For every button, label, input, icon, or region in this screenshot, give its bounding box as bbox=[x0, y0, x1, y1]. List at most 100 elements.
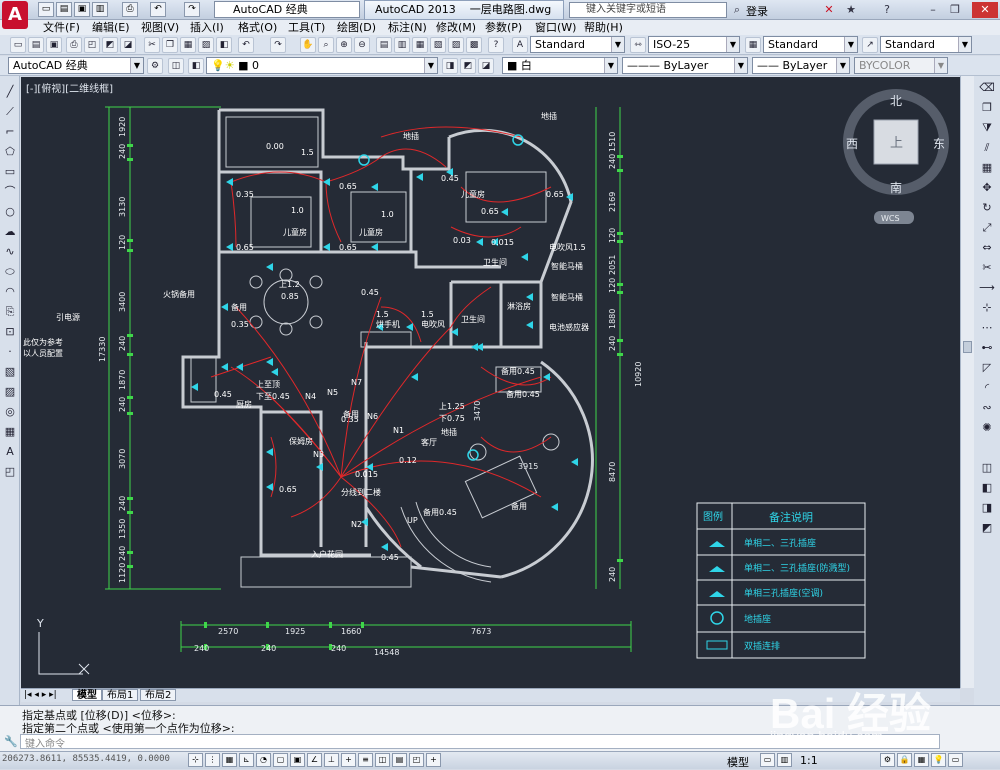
isolate-objects-icon[interactable]: 💡 bbox=[931, 753, 946, 767]
menu-view[interactable]: 视图(V) bbox=[141, 20, 179, 35]
search-icon[interactable]: ⌕ bbox=[728, 2, 746, 18]
trim-icon[interactable]: ✂ bbox=[979, 260, 995, 276]
zoom-window-icon[interactable]: ⊕ bbox=[336, 37, 352, 53]
workspace-settings-icon[interactable]: ⚙ bbox=[147, 58, 163, 74]
dim-style-icon[interactable]: ⇿ bbox=[630, 37, 646, 53]
join-icon[interactable]: ⊷ bbox=[979, 340, 995, 356]
bring-front-icon[interactable]: ◧ bbox=[979, 480, 995, 496]
gradient-icon[interactable]: ▨ bbox=[2, 384, 18, 400]
star-icon[interactable]: ★ bbox=[842, 2, 860, 18]
cut-icon[interactable]: ✂ bbox=[144, 37, 160, 53]
plot-icon[interactable]: ⎙ bbox=[122, 2, 138, 17]
quick-props-icon[interactable]: ▤ bbox=[392, 753, 407, 767]
3dosnap-icon[interactable]: ▣ bbox=[290, 753, 305, 767]
extend-icon[interactable]: ⟶ bbox=[979, 280, 995, 296]
scale-icon[interactable]: ⤢ bbox=[979, 220, 995, 236]
table-icon[interactable]: ▦ bbox=[2, 424, 18, 440]
wrench-icon[interactable]: 🔧 bbox=[4, 735, 18, 748]
scroll-thumb[interactable] bbox=[963, 341, 972, 353]
viewcube-east[interactable]: 东 bbox=[933, 137, 945, 151]
infer-constraints-icon[interactable]: ⊹ bbox=[188, 753, 203, 767]
workspace-switch-icon[interactable]: ⚙ bbox=[880, 753, 895, 767]
tool-palettes-icon[interactable]: ▦ bbox=[412, 37, 428, 53]
mirror-icon[interactable]: ⧩ bbox=[979, 120, 995, 136]
array-icon[interactable]: ▦ bbox=[979, 160, 995, 176]
search-input[interactable]: 键入关键字或短语 bbox=[569, 2, 727, 18]
viewcube-top[interactable]: 上 bbox=[890, 136, 903, 151]
dyn-icon[interactable]: + bbox=[341, 753, 356, 767]
send-back-icon[interactable]: ◨ bbox=[979, 500, 995, 516]
table-style-icon[interactable]: ▦ bbox=[745, 37, 761, 53]
multileader-style-icon[interactable]: ↗ bbox=[862, 37, 878, 53]
menu-modify[interactable]: 修改(M) bbox=[436, 20, 476, 35]
arc-icon[interactable]: ⌒ bbox=[2, 184, 18, 200]
text-style-select[interactable]: Standard ▼ bbox=[530, 36, 625, 53]
model-space-toggle[interactable]: 模型 bbox=[727, 754, 749, 770]
coordinate-readout[interactable]: 206273.8611, 85535.4419, 0.0000 bbox=[2, 754, 170, 764]
otrack-icon[interactable]: ∠ bbox=[307, 753, 322, 767]
login-button[interactable]: 登录 bbox=[746, 3, 768, 19]
color-select[interactable]: ■ 白 ▼ bbox=[502, 57, 618, 74]
snap-icon[interactable]: ⋮ bbox=[205, 753, 220, 767]
hatch-icon[interactable]: ▧ bbox=[2, 364, 18, 380]
osnap-icon[interactable]: ▢ bbox=[273, 753, 288, 767]
tab-layout1[interactable]: 布局1 bbox=[102, 689, 139, 701]
layer-isolate-icon[interactable]: ◪ bbox=[478, 58, 494, 74]
clean-screen-icon[interactable]: ▭ bbox=[948, 753, 963, 767]
lineweight-select[interactable]: —— ByLayer ▼ bbox=[752, 57, 850, 74]
menu-parametric[interactable]: 参数(P) bbox=[485, 20, 522, 35]
workspace-select[interactable]: AutoCAD 经典 ▼ bbox=[8, 57, 144, 74]
undo-icon[interactable]: ↶ bbox=[150, 2, 166, 17]
menu-tools[interactable]: 工具(T) bbox=[288, 20, 325, 35]
add-selected-icon[interactable]: ◰ bbox=[2, 464, 18, 480]
save-icon[interactable]: ▣ bbox=[74, 2, 90, 17]
point-icon[interactable]: · bbox=[2, 344, 18, 360]
move-icon[interactable]: ✥ bbox=[979, 180, 995, 196]
tab-nav-icons[interactable]: |◂ ◂ ▸ ▸| bbox=[24, 690, 57, 700]
break-point-icon[interactable]: ⊹ bbox=[979, 300, 995, 316]
menu-dimension[interactable]: 标注(N) bbox=[388, 20, 427, 35]
revcloud-icon[interactable]: ☁ bbox=[2, 224, 18, 240]
menu-format[interactable]: 格式(O) bbox=[238, 20, 277, 35]
new-icon[interactable]: ▭ bbox=[38, 2, 54, 17]
undo-tool-icon[interactable]: ↶ bbox=[238, 37, 254, 53]
spline-icon[interactable]: ∿ bbox=[2, 244, 18, 260]
ducs-icon[interactable]: ⊥ bbox=[324, 753, 339, 767]
line-icon[interactable]: ╱ bbox=[2, 84, 18, 100]
annotation-monitor-icon[interactable]: + bbox=[426, 753, 441, 767]
help-icon[interactable]: ? bbox=[878, 2, 896, 18]
viewcube-south[interactable]: 南 bbox=[890, 180, 902, 195]
calculator-icon[interactable]: ▩ bbox=[466, 37, 482, 53]
polar-icon[interactable]: ◔ bbox=[256, 753, 271, 767]
ortho-icon[interactable]: ⊾ bbox=[239, 753, 254, 767]
menu-help[interactable]: 帮助(H) bbox=[584, 20, 623, 35]
transparency-icon[interactable]: ◫ bbox=[375, 753, 390, 767]
viewcube-north[interactable]: 北 bbox=[890, 94, 902, 108]
menu-edit[interactable]: 编辑(E) bbox=[92, 20, 130, 35]
print-icon[interactable]: ⎙ bbox=[66, 37, 82, 53]
polygon-icon[interactable]: ⬠ bbox=[2, 144, 18, 160]
offset-icon[interactable]: ⫽ bbox=[979, 140, 995, 156]
table-style-select[interactable]: Standard ▼ bbox=[763, 36, 858, 53]
rotate-icon[interactable]: ↻ bbox=[979, 200, 995, 216]
layer-select[interactable]: 💡☀ ■ 0 ▼ bbox=[206, 57, 438, 74]
rectangle-icon[interactable]: ▭ bbox=[2, 164, 18, 180]
quick-view-drawings-icon[interactable]: ▥ bbox=[777, 753, 792, 767]
paste-icon[interactable]: ▦ bbox=[180, 37, 196, 53]
erase-icon[interactable]: ⌫ bbox=[979, 80, 995, 96]
tab-layout2[interactable]: 布局2 bbox=[140, 689, 177, 701]
design-center-icon[interactable]: ▥ bbox=[394, 37, 410, 53]
pan-icon[interactable]: ✋ bbox=[300, 37, 316, 53]
open-file-icon[interactable]: ▤ bbox=[28, 37, 44, 53]
layer-states-icon[interactable]: ◧ bbox=[188, 58, 204, 74]
viewcube[interactable]: 上 北 南 东 西 WCS bbox=[843, 89, 949, 224]
preview-icon[interactable]: ◰ bbox=[84, 37, 100, 53]
block-editor-icon[interactable]: ◧ bbox=[216, 37, 232, 53]
redo-icon[interactable]: ↷ bbox=[184, 2, 200, 17]
menu-window[interactable]: 窗口(W) bbox=[535, 20, 576, 35]
drawing-canvas[interactable]: 1920 240 3130 120 3400 240 1870 240 3070… bbox=[21, 77, 960, 688]
grid-icon[interactable]: ▦ bbox=[222, 753, 237, 767]
fillet-icon[interactable]: ◜ bbox=[979, 380, 995, 396]
app-menu-button[interactable]: A bbox=[2, 1, 28, 29]
save-file-icon[interactable]: ▣ bbox=[46, 37, 62, 53]
